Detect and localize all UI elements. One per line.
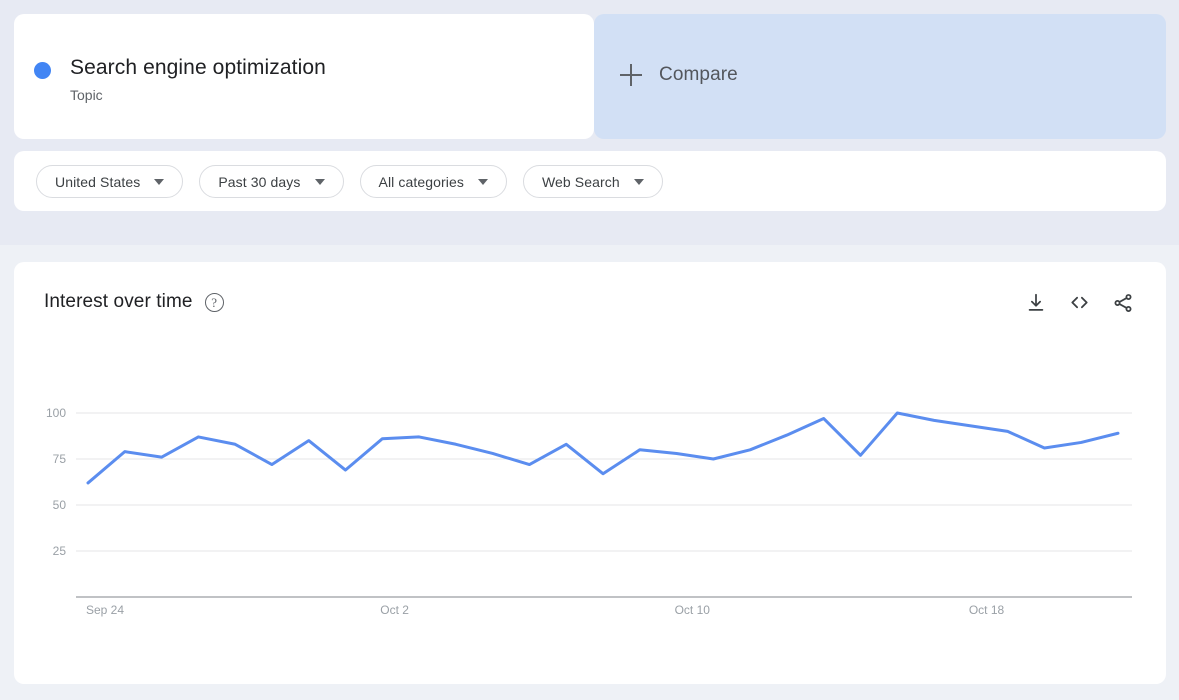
y-axis-tick-label: 50: [53, 498, 67, 512]
series-line: [86, 411, 1120, 485]
filter-chip-label: All categories: [378, 173, 464, 190]
x-axis-tick-label: Sep 24: [86, 603, 124, 617]
filter-chip-3[interactable]: Web Search: [522, 165, 663, 198]
filter-chip-label: United States: [55, 173, 141, 190]
chevron-down-icon: [154, 178, 165, 185]
compare-label: Compare: [659, 64, 738, 85]
y-axis-tick-label: 100: [46, 406, 66, 420]
interest-over-time-card: Interest over time ? 25 50 75 100 Sep 24…: [14, 262, 1166, 684]
interest-over-time-chart[interactable]: 25 50 75 100 Sep 24 Oct 2 Oct 10 Oct 18: [14, 262, 1166, 684]
y-axis-tick-label: 25: [53, 544, 67, 558]
search-term-content: Search engine optimization Topic: [34, 55, 326, 104]
search-term-title: Search engine optimization: [70, 56, 326, 79]
y-axis-tick-label: 75: [53, 452, 67, 466]
filter-chip-0[interactable]: United States: [36, 165, 184, 198]
filter-chip-2[interactable]: All categories: [359, 165, 507, 198]
chevron-down-icon: [633, 178, 644, 185]
filter-chip-label: Web Search: [541, 173, 620, 190]
compare-content: Compare: [620, 64, 738, 86]
search-term-text: Search engine optimization Topic: [70, 55, 326, 104]
search-term-subtitle: Topic: [70, 87, 103, 103]
search-terms-row: Search engine optimization Topic Compare: [0, 0, 1179, 139]
chevron-down-icon: [314, 178, 325, 185]
search-term-card[interactable]: Search engine optimization Topic: [14, 14, 594, 139]
filter-chip-list: United States Past 30 days All categories W…: [36, 165, 663, 198]
filter-chip-1[interactable]: Past 30 days: [199, 165, 344, 198]
filter-bar: United States Past 30 days All categories W…: [14, 151, 1166, 211]
x-axis-tick-label: Oct 18: [969, 603, 1005, 617]
x-axis-tick-label: Oct 2: [380, 603, 409, 617]
x-axis-tick-label: Oct 10: [675, 603, 711, 617]
plus-icon: [620, 64, 642, 86]
series-color-dot: [34, 62, 51, 79]
chart-svg: 25 50 75 100 Sep 24 Oct 2 Oct 10 Oct 18: [46, 406, 1132, 617]
compare-card[interactable]: Compare: [594, 14, 1166, 139]
filter-chip-label: Past 30 days: [218, 173, 301, 190]
chevron-down-icon: [477, 178, 488, 185]
